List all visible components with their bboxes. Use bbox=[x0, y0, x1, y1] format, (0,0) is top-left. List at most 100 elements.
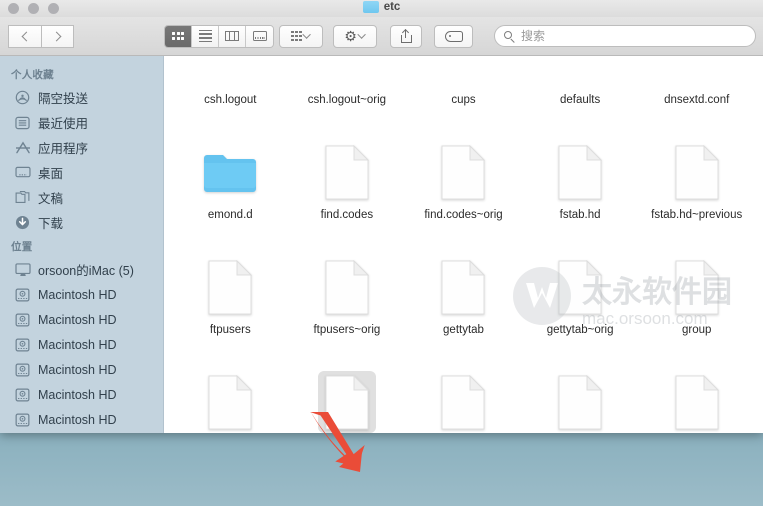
document-file-icon bbox=[558, 144, 603, 200]
finder-sidebar[interactable]: 个人收藏隔空投送 最近使用 应用程序桌面文稿 下载位置 orsoon的iMac (5) M… bbox=[0, 56, 164, 433]
file-item[interactable]: dnsextd.conf bbox=[638, 56, 755, 114]
file-item[interactable]: find.codes~orig bbox=[405, 114, 522, 229]
harddisk-icon bbox=[14, 287, 31, 303]
harddisk-icon bbox=[14, 412, 31, 428]
tag-button[interactable] bbox=[434, 24, 473, 48]
gear-icon: ⚙ bbox=[344, 28, 357, 44]
file-item[interactable]: find.codes bbox=[289, 114, 406, 229]
sidebar-item-3-s2[interactable]: Macintosh HD bbox=[0, 307, 163, 332]
document-file-icon bbox=[325, 374, 369, 430]
document-file-icon bbox=[325, 144, 369, 200]
finder-window: etc ⚙ 搜索 个人收藏 隔空投送 最近使用 应用程序 桌面 文稿 下载 位置… bbox=[0, 0, 763, 433]
file-name-label: csh.logout~orig bbox=[307, 94, 387, 106]
cover-flow-view-button[interactable] bbox=[246, 25, 273, 47]
sidebar-item-6-s2[interactable]: Macintosh HD bbox=[0, 382, 163, 407]
file-name-label: find.codes bbox=[320, 209, 374, 221]
file-icon-container bbox=[201, 371, 259, 433]
file-grid: csh.logout csh.logout~orig cups defaults dns… bbox=[164, 56, 763, 433]
document-file-icon bbox=[675, 374, 719, 430]
chevron-left-icon bbox=[21, 31, 32, 41]
sidebar-item-5-s2[interactable]: Macintosh HD bbox=[0, 357, 163, 382]
file-item[interactable]: hosts.equiv bbox=[405, 344, 522, 433]
search-input[interactable] bbox=[521, 29, 746, 43]
file-name-label: fstab.hd~previous bbox=[651, 209, 743, 221]
file-name-label: dnsextd.conf bbox=[664, 94, 730, 106]
imac-icon bbox=[14, 262, 31, 278]
file-icon-container bbox=[201, 256, 259, 318]
file-name-label: gettytab~orig bbox=[546, 324, 614, 336]
file-icon-container bbox=[551, 256, 609, 318]
navigation-buttons bbox=[8, 24, 74, 48]
sidebar-item-label: 桌面 bbox=[38, 167, 64, 181]
window-titlebar: etc bbox=[0, 0, 763, 17]
file-item[interactable]: group bbox=[638, 229, 755, 344]
file-item[interactable]: group~previous bbox=[172, 344, 289, 433]
harddisk-icon bbox=[14, 337, 31, 353]
file-item[interactable]: cups bbox=[405, 56, 522, 114]
file-item[interactable]: hosts~orig bbox=[522, 344, 639, 433]
sidebar-section-header: 个人收藏 bbox=[11, 69, 54, 81]
sidebar-item-4-s1[interactable]: 桌面 bbox=[0, 160, 163, 185]
list-icon bbox=[198, 29, 212, 43]
action-menu-button[interactable]: ⚙ bbox=[333, 24, 377, 48]
desktop-icon bbox=[14, 165, 31, 181]
documents-icon bbox=[14, 190, 31, 206]
coverflow-icon bbox=[252, 31, 267, 41]
file-item[interactable]: gettytab bbox=[405, 229, 522, 344]
file-name-label: find.codes~orig bbox=[424, 209, 503, 221]
file-icon-container bbox=[551, 371, 609, 433]
file-item[interactable]: gettytab~orig bbox=[522, 229, 639, 344]
file-item[interactable]: fstab.hd~previous bbox=[638, 114, 755, 229]
airdrop-icon bbox=[14, 90, 31, 106]
file-name-label: defaults bbox=[559, 94, 601, 106]
sidebar-item-1-s1[interactable]: 隔空投送 bbox=[0, 85, 163, 110]
share-icon bbox=[400, 28, 412, 43]
search-icon bbox=[504, 30, 515, 43]
file-item[interactable]: ftpusers~orig bbox=[289, 229, 406, 344]
window-title-group: etc bbox=[0, 1, 763, 13]
back-button[interactable] bbox=[8, 24, 41, 48]
file-icon-container bbox=[318, 256, 376, 318]
sidebar-item-5-s1[interactable]: 文稿 bbox=[0, 185, 163, 210]
sidebar-item-label: Macintosh HD bbox=[38, 287, 117, 302]
applications-icon bbox=[14, 140, 31, 156]
sidebar-item-1-s2[interactable]: orsoon的iMac (5) bbox=[0, 257, 163, 282]
file-item[interactable]: defaults bbox=[522, 56, 639, 114]
file-name-label: ftpusers bbox=[209, 324, 251, 336]
forward-button[interactable] bbox=[41, 24, 74, 48]
file-item[interactable]: csh.logout~orig bbox=[289, 56, 406, 114]
file-item[interactable]: fstab.hd bbox=[522, 114, 639, 229]
column-view-button[interactable] bbox=[219, 25, 246, 47]
icon-view-button[interactable] bbox=[165, 25, 192, 47]
sidebar-item-4-s2[interactable]: Macintosh HD bbox=[0, 332, 163, 357]
file-name-label: group bbox=[681, 324, 712, 336]
file-item-selected[interactable]: hosts bbox=[289, 344, 406, 433]
file-icon-container bbox=[434, 371, 492, 433]
list-view-button[interactable] bbox=[192, 25, 219, 47]
file-icon-container bbox=[434, 141, 492, 203]
sidebar-item-3-s1[interactable]: 应用程序 bbox=[0, 135, 163, 160]
harddisk-icon bbox=[14, 312, 31, 328]
file-browser-area[interactable]: csh.logout csh.logout~orig cups defaults dns… bbox=[164, 56, 763, 433]
sidebar-item-2-s1[interactable]: 最近使用 bbox=[0, 110, 163, 135]
file-item[interactable]: emond.d bbox=[172, 114, 289, 229]
search-field[interactable] bbox=[494, 25, 756, 47]
file-icon-container bbox=[668, 371, 726, 433]
chevron-right-icon bbox=[51, 31, 61, 41]
file-name-label: gettytab bbox=[443, 324, 484, 336]
share-button[interactable] bbox=[390, 24, 422, 48]
file-icon-container bbox=[668, 256, 726, 318]
file-item[interactable]: irbrc bbox=[638, 344, 755, 433]
sidebar-section-header: 位置 bbox=[11, 241, 33, 253]
grid-icon bbox=[172, 32, 184, 40]
file-item[interactable]: csh.logout bbox=[172, 56, 289, 114]
file-item[interactable]: ftpusers bbox=[172, 229, 289, 344]
file-icon-container bbox=[201, 141, 259, 203]
document-file-icon bbox=[441, 374, 486, 430]
sidebar-item-2-s2[interactable]: Macintosh HD bbox=[0, 282, 163, 307]
arrange-button[interactable] bbox=[279, 24, 323, 48]
sidebar-item-6-s1[interactable]: 下载 bbox=[0, 210, 163, 235]
document-file-icon bbox=[675, 259, 719, 315]
columns-icon bbox=[225, 31, 239, 41]
sidebar-item-7-s2[interactable]: Macintosh HD bbox=[0, 407, 163, 432]
